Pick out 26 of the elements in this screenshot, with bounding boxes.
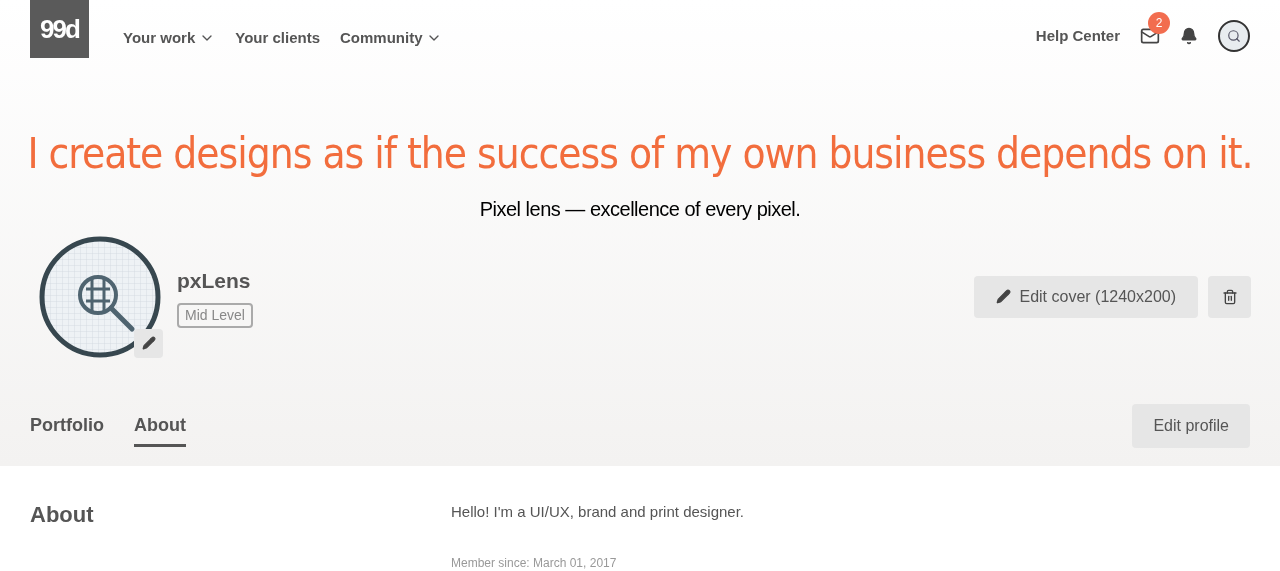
- trash-icon: [1221, 288, 1238, 305]
- edit-cover-button[interactable]: Edit cover (1240x200): [974, 275, 1198, 318]
- level-tag: Mid Level: [177, 302, 253, 328]
- bio-text: Hello! I'm a UI/UX, brand and print designer.: [451, 502, 744, 522]
- member-since: Member since: March 01, 2017: [451, 554, 618, 571]
- profile-tab[interactable]: About: [134, 404, 186, 447]
- notification-count: 2: [1148, 12, 1170, 34]
- edit-profile-button[interactable]: Edit profile: [1132, 403, 1250, 448]
- cover-headline: I create designs as if the success of my own business depends on it.: [27, 128, 1253, 180]
- edit-avatar-button[interactable]: [134, 328, 163, 358]
- nav-link[interactable]: Community: [340, 27, 443, 50]
- mail-icon[interactable]: [1140, 26, 1160, 46]
- section-heading: About: [30, 501, 95, 529]
- nav-link[interactable]: Your clients: [235, 27, 320, 50]
- nav-link[interactable]: Your work: [123, 27, 216, 50]
- delete-button[interactable]: [1208, 275, 1251, 318]
- logo[interactable]: 99d: [30, 0, 89, 58]
- profile-name: pxLens: [177, 268, 251, 295]
- pencil-icon: [996, 289, 1012, 304]
- search-icon: [1227, 29, 1241, 43]
- profile-tab[interactable]: Portfolio: [30, 404, 104, 447]
- bell-icon[interactable]: [1180, 27, 1198, 45]
- cover-tagline: Pixel lens — excellence of every pixel.: [479, 197, 801, 222]
- search-button[interactable]: [1218, 20, 1250, 52]
- pencil-icon: [141, 336, 156, 350]
- help-link[interactable]: Help Center: [1035, 24, 1120, 48]
